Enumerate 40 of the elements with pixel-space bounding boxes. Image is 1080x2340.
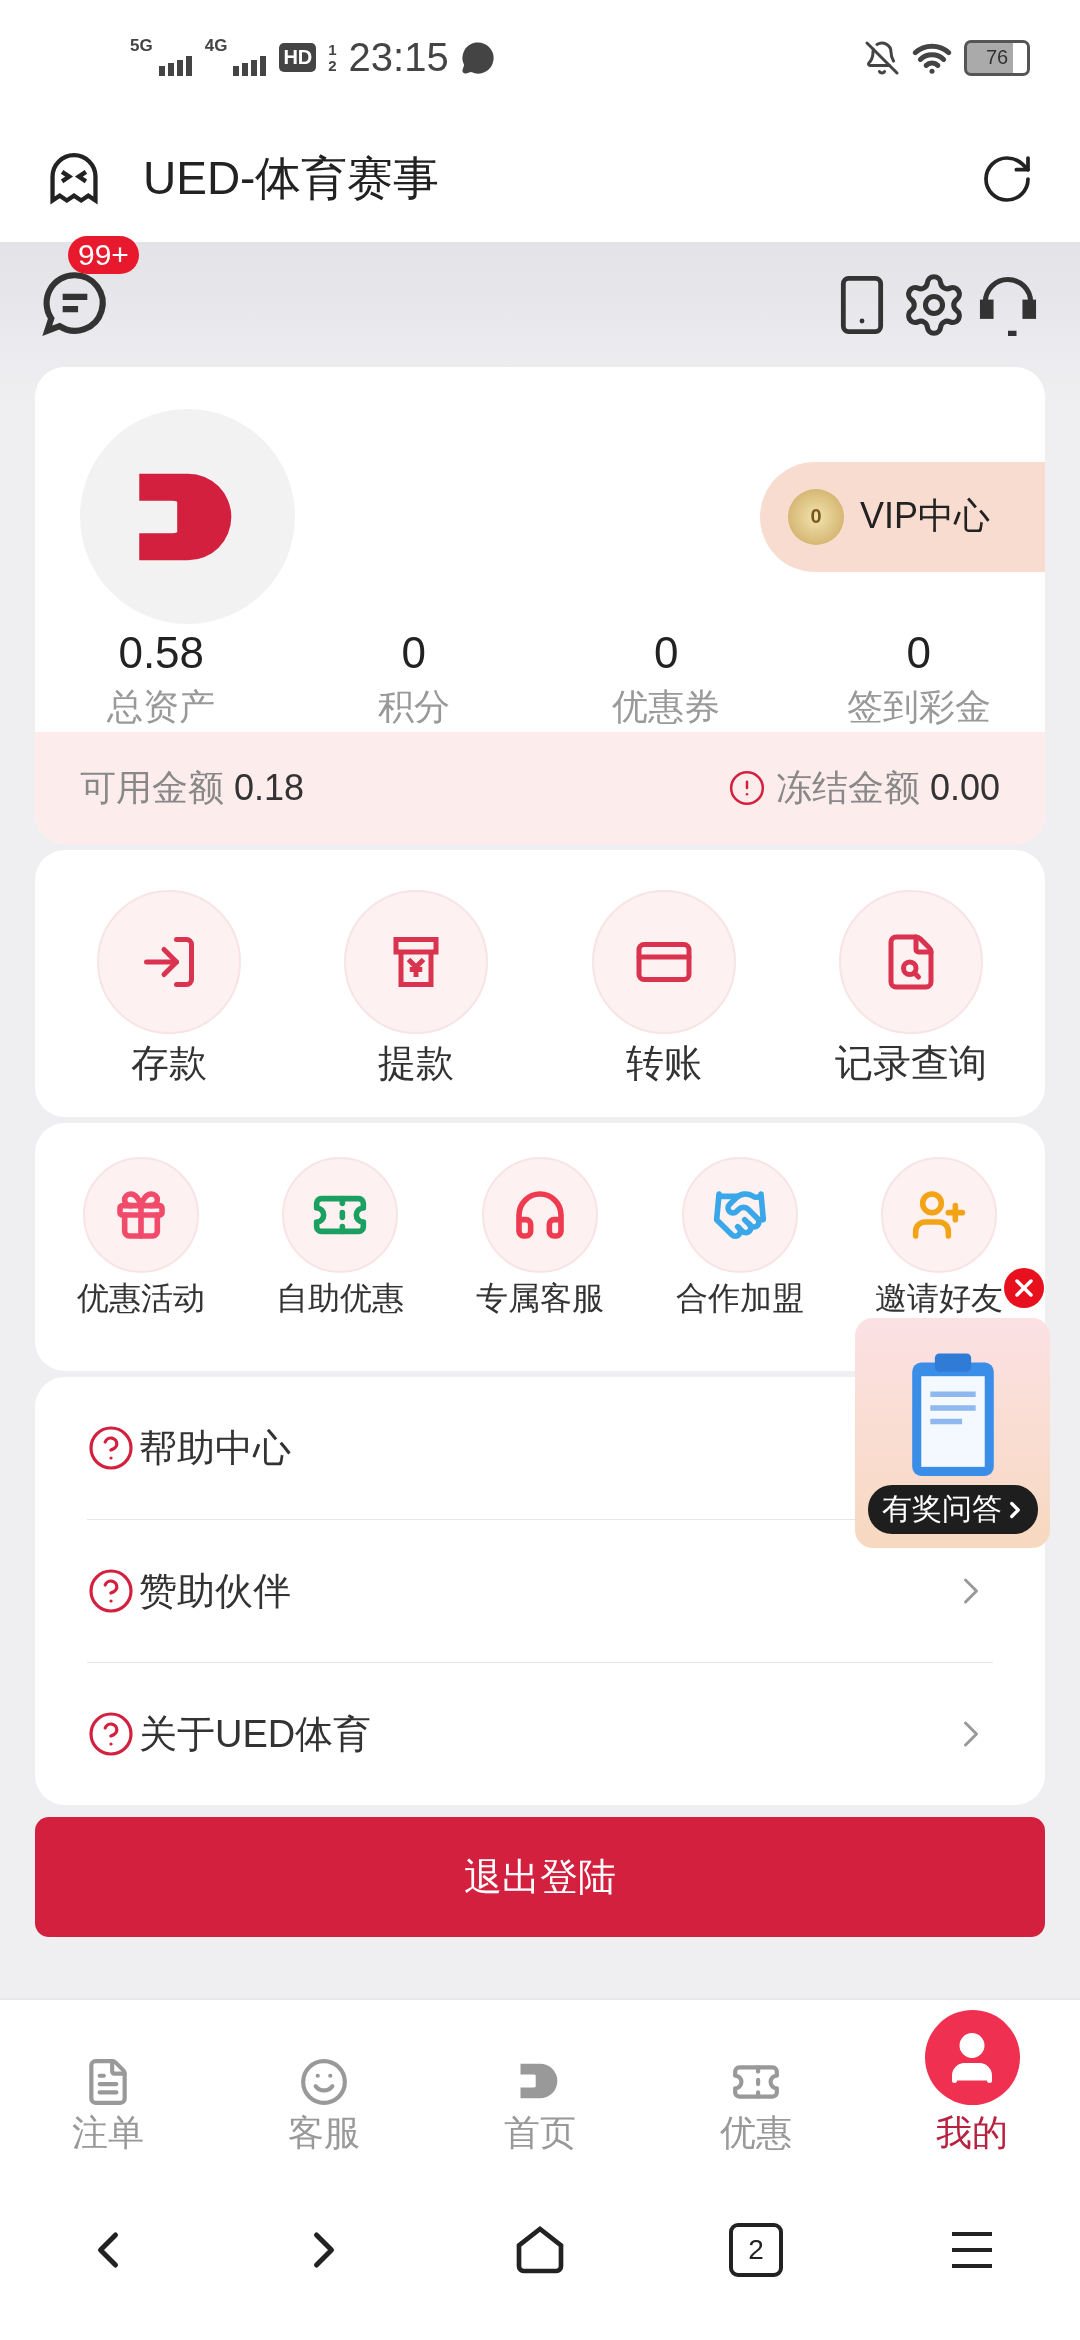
- service-item[interactable]: 专属客服: [440, 1157, 640, 1321]
- action-item[interactable]: 存款: [45, 890, 293, 1089]
- nav-tab[interactable]: 我的: [864, 2000, 1080, 2180]
- stat-label: 积分: [377, 685, 450, 729]
- network-label: 5G: [130, 36, 153, 56]
- service-item[interactable]: 合作加盟: [639, 1157, 840, 1321]
- action-item[interactable]: 转账: [540, 890, 788, 1089]
- logout-button[interactable]: 退出登陆: [35, 1817, 1045, 1937]
- menu-row[interactable]: 关于UED体育: [87, 1662, 993, 1805]
- sim-number: 1: [328, 41, 337, 58]
- quiz-ad-popup[interactable]: 有奖问答: [855, 1318, 1050, 1548]
- action-item[interactable]: 记录查询: [787, 890, 1035, 1089]
- menu-label: 关于UED体育: [139, 1711, 373, 1757]
- stat-value: 0.58: [118, 627, 205, 679]
- hd-indicator: HD: [279, 43, 317, 72]
- sim-number: 2: [328, 57, 337, 74]
- menu-label: 帮助中心: [139, 1425, 292, 1471]
- vip-medal: 0: [788, 488, 844, 545]
- stat-label: 总资产: [107, 685, 216, 729]
- stat-value: 0: [654, 627, 679, 679]
- notification-badge: 99+: [68, 235, 139, 274]
- service-item[interactable]: 邀请好友: [839, 1157, 1039, 1321]
- service-item[interactable]: 优惠活动: [41, 1157, 241, 1321]
- vip-center-button[interactable]: 0 VIP中心: [760, 461, 1045, 572]
- stat-label: 优惠券: [612, 685, 721, 729]
- balance-value: 0.00: [929, 767, 1000, 809]
- clock: 23:15: [348, 35, 449, 80]
- stat-label: 签到彩金: [846, 685, 991, 729]
- service-item[interactable]: 自助优惠: [240, 1157, 441, 1321]
- page-title: UED-体育赛事: [143, 150, 441, 206]
- battery-indicator: 76: [964, 39, 1030, 76]
- network-label: 4G: [204, 36, 228, 56]
- tabs-button[interactable]: 2: [729, 2223, 783, 2277]
- balance-label: 冻结金额: [775, 765, 920, 810]
- stat-value: 0: [401, 627, 426, 679]
- stat-value: 0: [906, 627, 931, 679]
- menu-label: 赞助伙伴: [139, 1568, 292, 1614]
- balance-label: 可用金额: [80, 765, 224, 810]
- balance-value: 0.18: [234, 767, 305, 809]
- action-item[interactable]: 提款: [292, 890, 540, 1089]
